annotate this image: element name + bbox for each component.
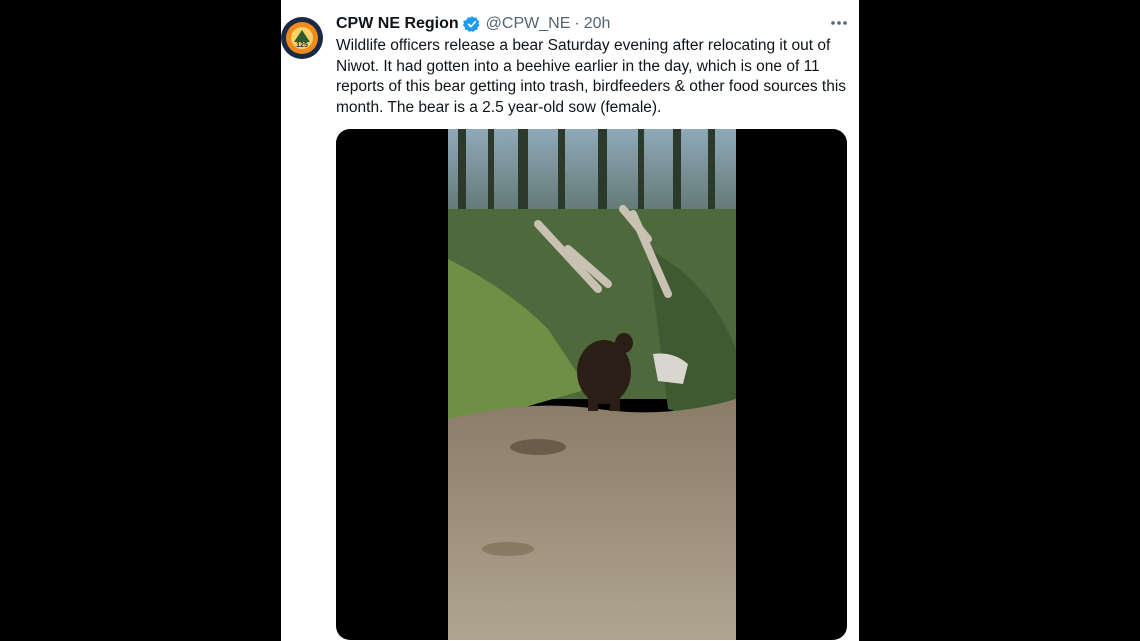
more-options-icon[interactable] [829, 15, 849, 31]
tweet-video[interactable] [336, 129, 847, 640]
author-handle[interactable]: @CPW_NE [486, 15, 571, 33]
header-separator: · [574, 15, 580, 32]
verified-badge-icon [462, 16, 480, 32]
tweet-text: Wildlife officers release a bear Saturda… [336, 37, 847, 116]
tweet-header: CPW NE Region @CPW_NE · 20h [336, 13, 846, 35]
author-name[interactable]: CPW NE Region [336, 15, 459, 33]
tweet-timestamp[interactable]: 20h [584, 15, 611, 33]
bear-video-frame [448, 129, 736, 640]
svg-text:125: 125 [296, 42, 308, 49]
cpw-logo-icon[interactable]: 125 [280, 14, 324, 62]
